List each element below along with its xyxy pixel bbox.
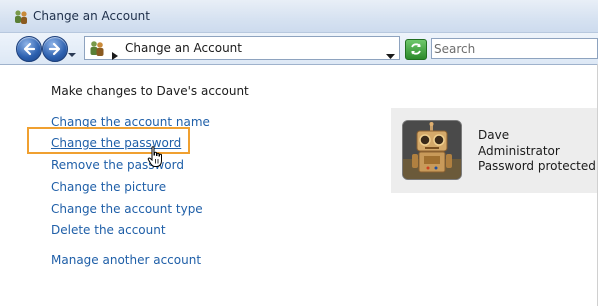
window-title: Change an Account [33, 9, 150, 23]
search-input[interactable] [434, 40, 594, 57]
breadcrumb-arrow-icon[interactable] [111, 45, 119, 60]
back-arrow-icon [23, 42, 36, 56]
forward-arrow-icon [48, 42, 61, 56]
user-accounts-icon [88, 40, 106, 56]
account-type: Administrator [478, 144, 560, 158]
account-summary-card: Dave Administrator Password protected [391, 108, 598, 193]
user-accounts-icon [13, 9, 29, 25]
robot-avatar [402, 120, 462, 180]
breadcrumb-current[interactable]: Change an Account [125, 41, 242, 55]
address-history-dropdown[interactable] [386, 45, 395, 59]
manage-another-account-link[interactable]: Manage another account [51, 253, 201, 267]
chevron-down-icon [68, 53, 76, 57]
title-bar: Change an Account [0, 0, 598, 33]
refresh-button[interactable] [405, 39, 427, 60]
forward-button[interactable] [42, 36, 68, 62]
search-box[interactable] [431, 38, 598, 59]
page-heading: Make changes to Dave's account [51, 84, 249, 98]
change-picture-link[interactable]: Change the picture [51, 180, 166, 194]
navigation-toolbar: Change an Account [0, 33, 598, 65]
change-account-type-link[interactable]: Change the account type [51, 202, 203, 216]
hand-pointer-icon [147, 146, 165, 168]
robot-picture-icon [403, 121, 461, 179]
back-button[interactable] [16, 36, 42, 62]
address-bar[interactable]: Change an Account [84, 36, 400, 60]
delete-account-link[interactable]: Delete the account [51, 223, 166, 237]
account-status: Password protected [478, 159, 596, 173]
chevron-down-icon [386, 54, 395, 59]
account-name: Dave [478, 128, 510, 142]
change-account-window: Change an Account Change an Account Sear… [0, 0, 598, 306]
highlight-callout [27, 127, 190, 154]
content-pane: Make changes to Dave's account Change th… [0, 65, 598, 306]
recent-pages-dropdown[interactable] [68, 44, 76, 57]
refresh-icon [411, 43, 421, 55]
